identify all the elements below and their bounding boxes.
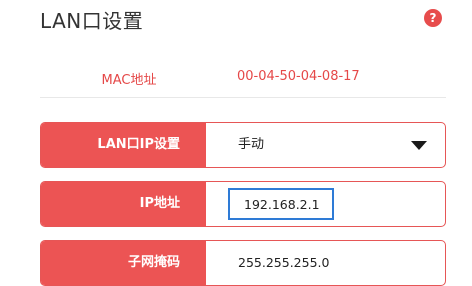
divider	[40, 97, 446, 98]
subnet-mask-field[interactable]: 255.255.255.0	[206, 241, 445, 285]
mac-address-row: MAC地址 00-04-50-04-08-17	[40, 64, 446, 94]
ip-address-input[interactable]	[228, 188, 334, 220]
lan-ip-mode-selected-value: 手动	[238, 137, 265, 152]
lan-ip-mode-select[interactable]: 手动	[206, 123, 445, 167]
lan-ip-mode-row: LAN口IP设置 手动	[40, 122, 446, 168]
mac-address-label: MAC地址	[101, 73, 157, 88]
lan-ip-mode-label: LAN口IP设置	[41, 123, 206, 167]
page-title: LAN口设置	[40, 9, 144, 33]
help-icon[interactable]: ?	[424, 9, 442, 27]
subnet-mask-row: 子网掩码 255.255.255.0	[40, 240, 446, 286]
ip-address-field-container	[206, 182, 445, 226]
mac-address-value: 00-04-50-04-08-17	[237, 69, 360, 84]
subnet-mask-label: 子网掩码	[41, 241, 206, 285]
chevron-down-icon[interactable]	[411, 141, 427, 150]
ip-address-label: IP地址	[41, 182, 206, 226]
subnet-mask-value: 255.255.255.0	[238, 255, 330, 270]
ip-address-row: IP地址	[40, 181, 446, 227]
